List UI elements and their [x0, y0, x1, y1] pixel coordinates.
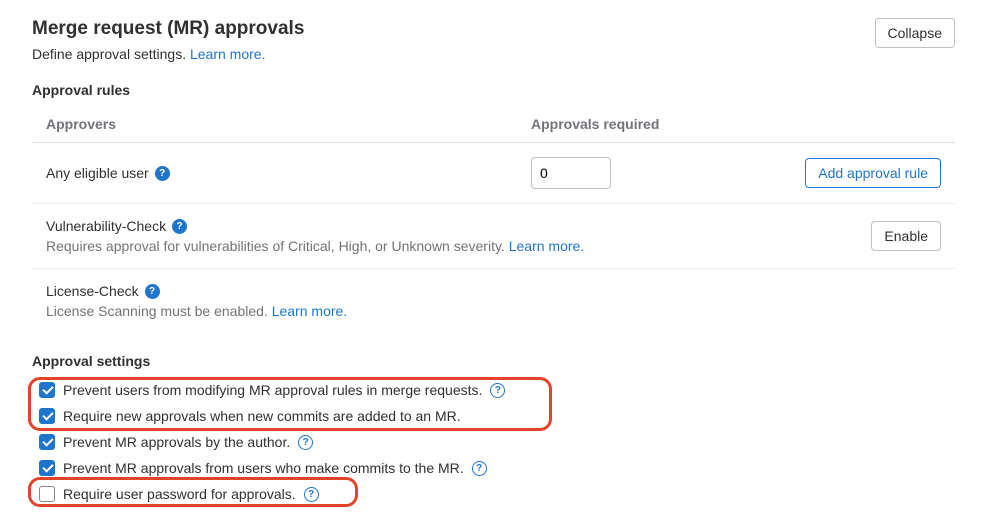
col-approvers: Approvers: [46, 116, 531, 132]
setting-label: Require user password for approvals.: [63, 486, 296, 502]
rule-name-vuln: Vulnerability-Check ?: [46, 218, 786, 234]
rule-name-any: Any eligible user ?: [46, 165, 531, 181]
setting-checkbox[interactable]: [39, 408, 55, 424]
table-row: Vulnerability-Check ? Requires approval …: [32, 204, 955, 269]
setting-checkbox[interactable]: [39, 460, 55, 476]
table-row: License-Check ? License Scanning must be…: [32, 269, 955, 333]
question-circle-icon[interactable]: ?: [155, 166, 170, 181]
setting-item: Require user password for approvals.?: [32, 481, 955, 507]
col-required: Approvals required: [531, 116, 786, 132]
setting-checkbox[interactable]: [39, 382, 55, 398]
approval-settings-heading: Approval settings: [32, 353, 955, 369]
collapse-button[interactable]: Collapse: [875, 18, 955, 48]
question-circle-icon[interactable]: ?: [472, 461, 487, 476]
question-circle-icon[interactable]: ?: [304, 487, 319, 502]
setting-item: Prevent MR approvals from users who make…: [32, 455, 955, 481]
approval-rules-heading: Approval rules: [32, 82, 955, 98]
table-header: Approvers Approvals required: [32, 106, 955, 143]
setting-label: Prevent MR approvals by the author.: [63, 434, 290, 450]
enable-vuln-button[interactable]: Enable: [871, 221, 941, 251]
subtitle-text: Define approval settings.: [32, 46, 190, 62]
setting-label: Require new approvals when new commits a…: [63, 408, 461, 424]
setting-item: Prevent MR approvals by the author.?: [32, 429, 955, 455]
question-circle-icon[interactable]: ?: [172, 219, 187, 234]
table-row: Any eligible user ? Add approval rule: [32, 143, 955, 204]
setting-label: Prevent MR approvals from users who make…: [63, 460, 464, 476]
license-learn-more-link[interactable]: Learn more.: [272, 303, 347, 319]
approvals-required-input[interactable]: [531, 157, 611, 189]
setting-item: Require new approvals when new commits a…: [32, 403, 955, 429]
setting-item: Prevent users from modifying MR approval…: [32, 377, 955, 403]
rule-any-label: Any eligible user: [46, 165, 149, 181]
vuln-check-label: Vulnerability-Check: [46, 218, 166, 234]
question-circle-icon[interactable]: ?: [145, 284, 160, 299]
license-desc-text: License Scanning must be enabled.: [46, 303, 272, 319]
question-circle-icon[interactable]: ?: [490, 383, 505, 398]
rule-name-license: License-Check ?: [46, 283, 941, 299]
page-subtitle: Define approval settings. Learn more.: [32, 46, 304, 62]
question-circle-icon[interactable]: ?: [298, 435, 313, 450]
approval-settings-list: Prevent users from modifying MR approval…: [32, 377, 955, 507]
setting-label: Prevent users from modifying MR approval…: [63, 382, 482, 398]
page-title: Merge request (MR) approvals: [32, 18, 304, 40]
vuln-learn-more-link[interactable]: Learn more.: [509, 238, 584, 254]
license-check-label: License-Check: [46, 283, 139, 299]
setting-checkbox[interactable]: [39, 486, 55, 502]
license-desc: License Scanning must be enabled. Learn …: [46, 303, 941, 319]
learn-more-link[interactable]: Learn more.: [190, 46, 265, 62]
add-approval-rule-button[interactable]: Add approval rule: [805, 158, 941, 188]
approval-rules-table: Approvers Approvals required Any eligibl…: [32, 106, 955, 333]
vuln-desc-text: Requires approval for vulnerabilities of…: [46, 238, 509, 254]
setting-checkbox[interactable]: [39, 434, 55, 450]
col-action: [786, 116, 941, 132]
vuln-desc: Requires approval for vulnerabilities of…: [46, 238, 786, 254]
